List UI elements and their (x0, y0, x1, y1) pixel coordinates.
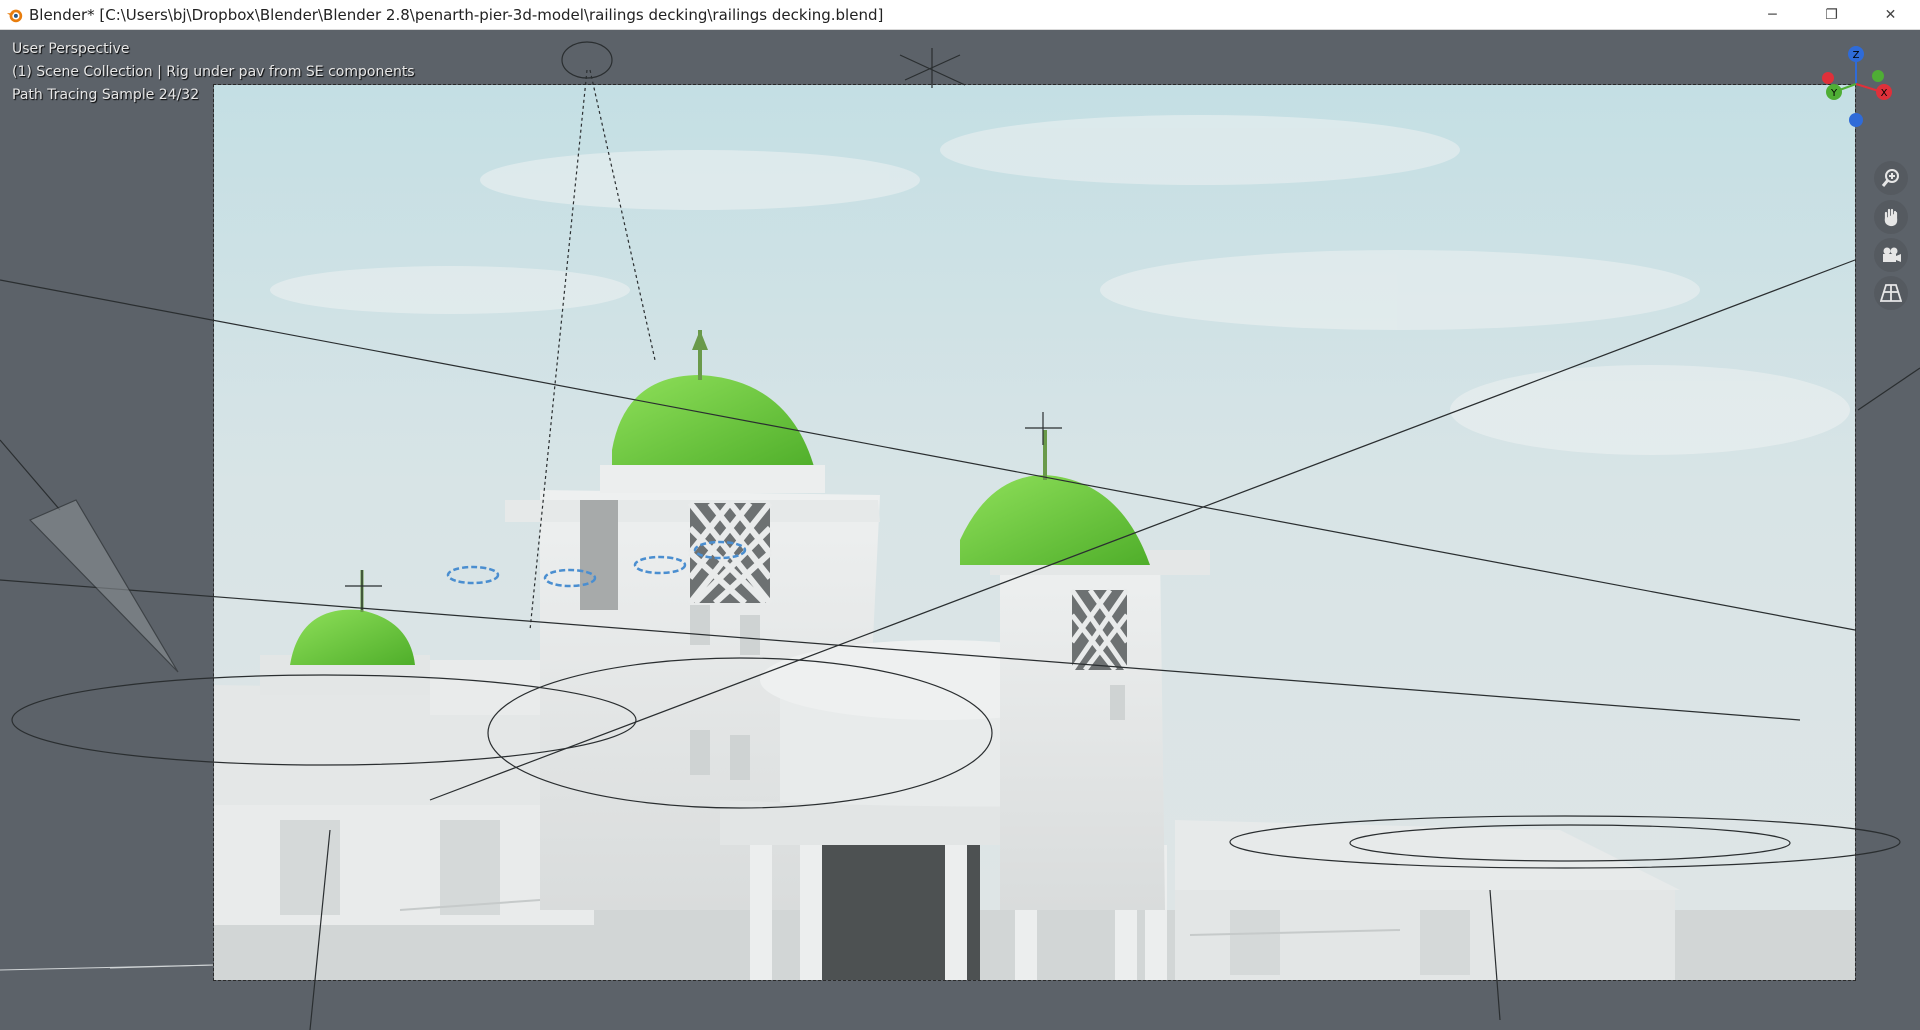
navigation-gizmo[interactable]: Z X Y (1810, 40, 1900, 140)
camera-frame (213, 84, 1856, 981)
view-name-label: User Perspective (12, 41, 130, 57)
floor-guides (0, 964, 215, 971)
pan-button[interactable] (1874, 200, 1908, 234)
3d-viewport[interactable]: User Perspective (1) Scene Collection | … (0, 30, 1920, 1030)
collection-info-label: (1) Scene Collection | Rig under pav fro… (12, 64, 415, 80)
blender-logo-icon (6, 9, 23, 22)
perspective-grid-icon (1880, 284, 1902, 302)
render-status-label: Path Tracing Sample 24/32 (12, 87, 200, 103)
axis-neg-z-handle (1849, 113, 1863, 127)
restore-button[interactable]: ❐ (1802, 0, 1861, 29)
svg-text:X: X (1881, 88, 1888, 99)
axis-neg-y-handle (1872, 70, 1884, 82)
pan-hand-icon (1884, 208, 1898, 227)
window-title-bar: Blender* [C:\Users\bj\Dropbox\Blender\Bl… (0, 0, 1920, 30)
spotlight-cone (28, 499, 179, 673)
window-controls: ─ ❐ ✕ (1743, 0, 1920, 29)
axis-neg-x-handle (1822, 72, 1834, 84)
svg-text:Y: Y (1830, 88, 1838, 99)
svg-text:Z: Z (1853, 50, 1860, 61)
zoom-icon (1881, 169, 1899, 187)
minimize-button[interactable]: ─ (1743, 0, 1802, 29)
window-title: Blender* [C:\Users\bj\Dropbox\Blender\Bl… (29, 5, 884, 24)
perspective-toggle-button[interactable] (1874, 276, 1908, 310)
camera-icon (1883, 247, 1901, 262)
zoom-button[interactable] (1874, 161, 1908, 195)
close-button[interactable]: ✕ (1861, 0, 1920, 29)
camera-view-button[interactable] (1874, 238, 1908, 272)
